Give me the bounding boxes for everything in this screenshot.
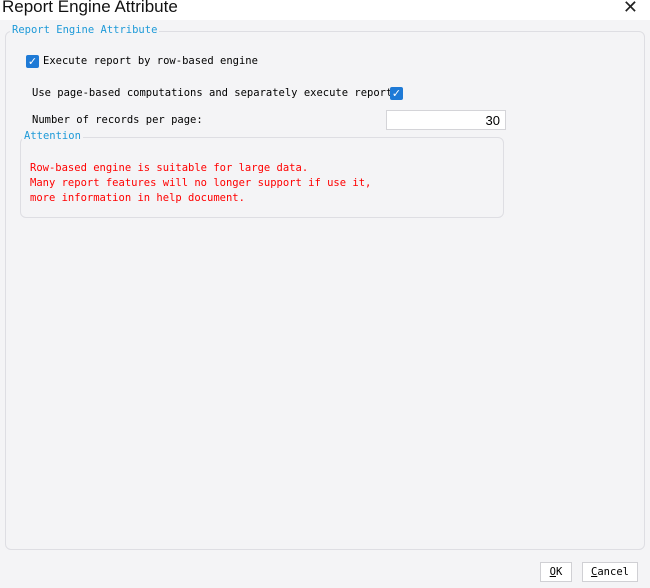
row-engine-label: Execute report by row-based engine — [43, 55, 258, 67]
cancel-label: ancel — [597, 566, 629, 578]
report-engine-group: Report Engine Attribute — [5, 24, 645, 550]
page-based-checkbox[interactable]: ✓ — [390, 87, 403, 100]
page-based-label: Use page-based computations and separate… — [32, 87, 399, 99]
ok-label: K — [556, 566, 563, 578]
records-label: Number of records per page: — [32, 114, 203, 126]
close-icon[interactable]: ✕ — [623, 0, 638, 18]
attention-line: Row-based engine is suitable for large d… — [30, 162, 309, 174]
attention-legend: Attention — [22, 130, 83, 142]
attention-line: Many report features will no longer supp… — [30, 177, 372, 189]
title-bar: Report Engine Attribute ✕ — [0, 0, 650, 20]
attention-line: more information in help document. — [30, 192, 245, 204]
ok-button[interactable]: OK — [540, 562, 572, 582]
row-engine-checkbox[interactable]: ✓ — [26, 55, 39, 68]
records-per-page-input[interactable]: 30 — [386, 110, 506, 130]
group-legend: Report Engine Attribute — [10, 24, 160, 36]
window-title: Report Engine Attribute — [2, 0, 178, 16]
cancel-button[interactable]: Cancel — [582, 562, 638, 582]
